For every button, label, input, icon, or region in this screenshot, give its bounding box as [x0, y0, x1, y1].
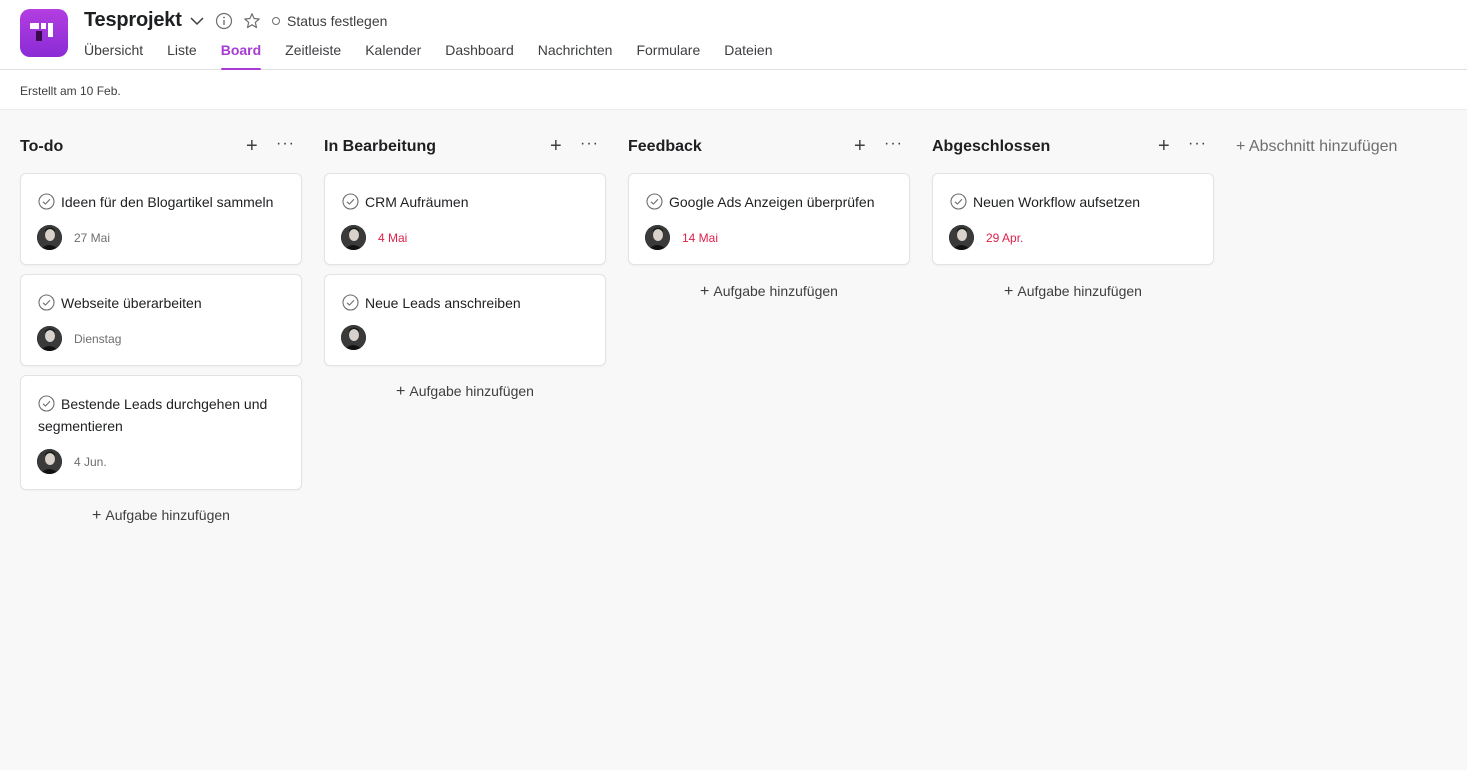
assignee-avatar[interactable] — [37, 326, 62, 351]
project-header: Tesprojekt Status festlegen Übersicht Li… — [0, 0, 1467, 70]
task-card[interactable]: CRM Aufräumen 4 Mai — [324, 173, 606, 265]
task-name: Webseite überarbeiten — [61, 295, 202, 311]
add-task-label: Aufgabe hinzufügen — [713, 283, 838, 299]
tab-overview[interactable]: Übersicht — [84, 42, 143, 70]
task-card[interactable]: Ideen für den Blogartikel sammeln 27 Mai — [20, 173, 302, 265]
column-title: To-do — [20, 138, 64, 155]
add-task-plus-icon[interactable]: + — [246, 136, 262, 156]
project-title[interactable]: Tesprojekt — [84, 9, 182, 32]
more-options-icon[interactable]: ··· — [276, 136, 296, 155]
tab-timeline[interactable]: Zeitleiste — [285, 42, 341, 70]
info-icon[interactable] — [215, 12, 233, 30]
tab-dashboard[interactable]: Dashboard — [445, 42, 514, 70]
task-name: Ideen für den Blogartikel sammeln — [61, 194, 274, 210]
status-dot-icon — [272, 17, 280, 25]
task-card[interactable]: Google Ads Anzeigen überprüfen 14 Mai — [628, 173, 910, 265]
tab-calendar[interactable]: Kalender — [365, 42, 421, 70]
add-task-plus-icon[interactable]: + — [854, 136, 870, 156]
star-icon[interactable] — [243, 12, 261, 30]
assignee-avatar[interactable] — [37, 225, 62, 250]
tab-board[interactable]: Board — [220, 42, 262, 70]
column-title: Abgeschlossen — [932, 138, 1051, 155]
task-name: Bestende Leads durchgehen und segmentier… — [38, 396, 268, 434]
task-card[interactable]: Webseite überarbeiten Dienstag — [20, 274, 302, 366]
add-task-label: Aufgabe hinzufügen — [105, 507, 230, 523]
more-options-icon[interactable]: ··· — [884, 136, 904, 155]
plus-icon: + — [700, 283, 710, 300]
status-label: Status festlegen — [287, 13, 388, 29]
tab-forms[interactable]: Formulare — [636, 42, 700, 70]
due-date[interactable]: 29 Apr. — [986, 231, 1023, 245]
assignee-avatar[interactable] — [341, 225, 366, 250]
add-task-label: Aufgabe hinzufügen — [1017, 283, 1142, 299]
due-date[interactable]: 4 Mai — [378, 231, 407, 245]
due-date[interactable]: 4 Jun. — [74, 455, 107, 469]
task-name: Google Ads Anzeigen überprüfen — [669, 194, 875, 210]
tab-files[interactable]: Dateien — [724, 42, 772, 70]
more-options-icon[interactable]: ··· — [580, 136, 600, 155]
kanban-board: To-do + ··· Ideen für den Blogartikel sa… — [0, 111, 1467, 770]
assignee-avatar[interactable] — [37, 449, 62, 474]
due-date[interactable]: 27 Mai — [74, 231, 110, 245]
due-date[interactable]: Dienstag — [74, 332, 121, 346]
project-tabs: Übersicht Liste Board Zeitleiste Kalende… — [84, 42, 797, 70]
created-date: Erstellt am 10 Feb. — [20, 84, 121, 98]
project-meta-bar: Erstellt am 10 Feb. — [0, 70, 1467, 110]
add-task-button[interactable]: + Aufgabe hinzufügen — [628, 283, 910, 301]
add-section-button[interactable]: + Abschnitt hinzufügen — [1236, 138, 1397, 156]
add-task-button[interactable]: + Aufgabe hinzufügen — [20, 507, 302, 525]
plus-icon: + — [92, 507, 102, 524]
column-title: In Bearbeitung — [324, 138, 437, 155]
assignee-avatar[interactable] — [949, 225, 974, 250]
chevron-down-icon[interactable] — [188, 12, 206, 30]
plus-icon: + — [396, 383, 406, 400]
add-task-plus-icon[interactable]: + — [1158, 136, 1174, 156]
task-name: Neue Leads anschreiben — [365, 295, 521, 311]
assignee-avatar[interactable] — [341, 325, 366, 350]
add-task-button[interactable]: + Aufgabe hinzufügen — [932, 283, 1214, 301]
add-task-plus-icon[interactable]: + — [550, 136, 566, 156]
add-task-label: Aufgabe hinzufügen — [409, 383, 534, 399]
due-date[interactable]: 14 Mai — [682, 231, 718, 245]
task-name: CRM Aufräumen — [365, 194, 469, 210]
add-task-button[interactable]: + Aufgabe hinzufügen — [324, 383, 606, 401]
plus-icon: + — [1004, 283, 1014, 300]
task-name: Neuen Workflow aufsetzen — [973, 194, 1141, 210]
assignee-avatar[interactable] — [645, 225, 670, 250]
tab-list[interactable]: Liste — [167, 42, 197, 70]
task-card[interactable]: Neuen Workflow aufsetzen 29 Apr. — [932, 173, 1214, 265]
column-title: Feedback — [628, 138, 702, 155]
task-card[interactable]: Bestende Leads durchgehen und segmentier… — [20, 375, 302, 490]
tab-messages[interactable]: Nachrichten — [538, 42, 613, 70]
project-logo-icon[interactable] — [20, 9, 68, 57]
task-card[interactable]: Neue Leads anschreiben — [324, 274, 606, 366]
set-status-button[interactable]: Status festlegen — [272, 13, 387, 29]
more-options-icon[interactable]: ··· — [1188, 136, 1208, 155]
